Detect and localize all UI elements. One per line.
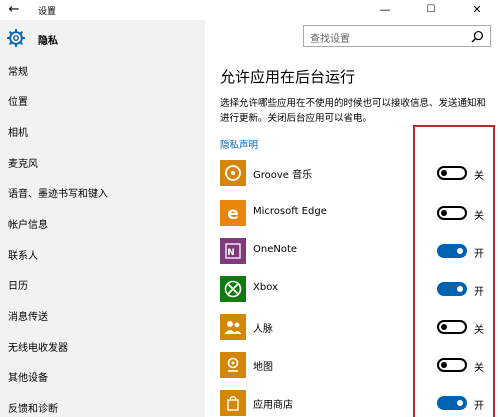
sidebar-item-label: 消息传送 — [8, 312, 48, 323]
minimize-button[interactable]: — — [362, 0, 408, 20]
sidebar-item-label: 无线电收发器 — [8, 343, 68, 354]
sidebar-item-label: 位置 — [8, 97, 28, 108]
sidebar-item-contacts[interactable]: 联系人 — [0, 239, 205, 269]
sidebar-item-label: 相机 — [8, 128, 28, 139]
store-icon — [220, 390, 246, 416]
sidebar-item-location[interactable]: 位置 — [0, 85, 205, 115]
sidebar-item-label: 帐户信息 — [8, 220, 48, 231]
people-icon — [220, 314, 246, 340]
privacy-statement-link[interactable]: 隐私声明 — [220, 137, 258, 151]
search-input[interactable]: 查找设置 — [303, 25, 491, 47]
page-title: 允许应用在后台运行 — [220, 68, 356, 86]
sidebar-item-label: 日历 — [8, 281, 28, 292]
groove-music-icon — [220, 160, 246, 186]
sidebar-item-speech-inking-typing[interactable]: 语音、墨迹书写和键入 — [0, 177, 205, 207]
sidebar: 隐私 常规 位置 相机 麦克风 语音、墨迹书写和键入 帐户信息 联系人 日历 消… — [0, 20, 205, 417]
back-arrow-icon[interactable]: ← — [6, 2, 22, 18]
sidebar-item-messaging[interactable]: 消息传送 — [0, 300, 205, 330]
window-title: 设置 — [38, 7, 57, 17]
svg-text:e: e — [227, 204, 239, 224]
sidebar-item-other-devices[interactable]: 其他设备 — [0, 361, 205, 391]
sidebar-header-label: 隐私 — [38, 36, 58, 47]
app-name: Xbox — [253, 282, 278, 293]
app-name: Microsoft Edge — [253, 206, 327, 217]
sidebar-item-label: 麦克风 — [8, 159, 38, 170]
title-bar: ← 设置 — ☐ ✕ — [0, 0, 500, 20]
gear-icon — [7, 29, 25, 47]
sidebar-item-label: 联系人 — [8, 251, 38, 262]
app-name: OneNote — [253, 244, 298, 255]
app-name: 人脉 — [253, 324, 273, 335]
page-description: 选择允许哪些应用在不使用的时候也可以接收信息、发送通知和进行更新。关闭后台应用可… — [220, 98, 487, 124]
edge-icon: e — [220, 200, 246, 226]
sidebar-item-label: 反馈和诊断 — [8, 404, 58, 415]
sidebar-item-account-info[interactable]: 帐户信息 — [0, 208, 205, 238]
close-button[interactable]: ✕ — [454, 0, 500, 20]
sidebar-item-feedback-diagnostics[interactable]: 反馈和诊断 — [0, 392, 205, 417]
maximize-button[interactable]: ☐ — [408, 0, 454, 20]
search-icon[interactable] — [471, 30, 484, 43]
svg-text:N: N — [227, 248, 235, 258]
app-name: 应用商店 — [253, 400, 293, 411]
sidebar-header: 隐私 — [0, 24, 205, 54]
sidebar-item-microphone[interactable]: 麦克风 — [0, 147, 205, 177]
sidebar-item-radios[interactable]: 无线电收发器 — [0, 331, 205, 361]
search-placeholder: 查找设置 — [310, 34, 350, 45]
maps-icon — [220, 352, 246, 378]
sidebar-item-label: 其他设备 — [8, 373, 48, 384]
highlight-box — [413, 125, 495, 417]
sidebar-item-label: 常规 — [8, 67, 28, 78]
sidebar-item-general[interactable]: 常规 — [0, 55, 205, 85]
sidebar-item-camera[interactable]: 相机 — [0, 116, 205, 146]
onenote-icon: N — [220, 238, 246, 264]
app-name: Groove 音乐 — [253, 170, 313, 181]
sidebar-item-label: 语音、墨迹书写和键入 — [8, 189, 108, 200]
app-name: 地图 — [253, 362, 273, 373]
sidebar-item-calendar[interactable]: 日历 — [0, 269, 205, 299]
xbox-icon — [220, 276, 246, 302]
